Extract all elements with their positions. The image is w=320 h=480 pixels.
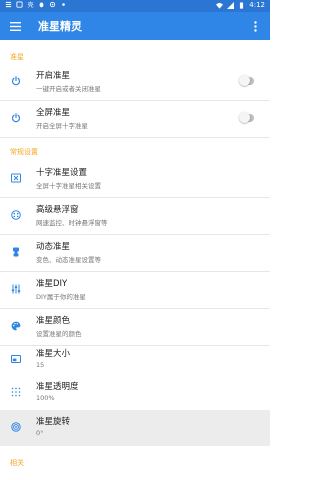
app-bar: 准星精灵: [0, 12, 270, 40]
row-label: 准星DIY: [36, 279, 68, 289]
battery-icon: [240, 2, 244, 9]
dotgrid-icon: [10, 386, 22, 398]
crosshair-notification-icon: [49, 1, 56, 8]
crosshair-box-icon: [10, 172, 22, 184]
divider: [0, 137, 270, 138]
status-bar: 壳 4:12: [0, 0, 270, 12]
equalizer-icon: [10, 283, 22, 295]
row-crosshair-rotation[interactable]: 准星旋转 0°: [0, 410, 270, 446]
row-cross-settings[interactable]: 十字准星设置 全屏十字准星相关设置: [0, 161, 270, 197]
signal-icon: [227, 1, 235, 9]
menu-button[interactable]: [6, 17, 24, 35]
hamburger-icon: [9, 21, 21, 31]
row-enable-crosshair[interactable]: 开启准星 一键开启或者关闭准星: [0, 64, 270, 100]
row-subtitle: 变色、动态准星设置等: [36, 256, 101, 264]
wifi-icon: [216, 2, 224, 9]
row-subtitle: 设置准星的颜色: [36, 330, 82, 338]
more-vert-icon: [253, 20, 257, 32]
dots-circle-icon: [10, 209, 22, 221]
bug-icon: [39, 2, 44, 8]
row-subtitle: 15: [36, 361, 45, 369]
row-subtitle: 0°: [36, 429, 44, 437]
row-crosshair-size[interactable]: 准星大小 15: [0, 342, 270, 378]
section-header-general: 常规设置: [10, 148, 38, 156]
row-label: 准星透明度: [36, 382, 79, 392]
fullscreen-crosshair-toggle[interactable]: [239, 112, 254, 123]
row-dynamic-crosshair[interactable]: 动态准星 变色、动态准星设置等: [0, 235, 270, 271]
row-label: 准星旋转: [36, 417, 71, 427]
row-crosshair-color[interactable]: 准星颜色 设置准星的颜色: [0, 309, 270, 345]
size-icon: [10, 353, 22, 365]
overflow-menu-button[interactable]: [246, 17, 264, 35]
svg-text:壳: 壳: [27, 1, 33, 8]
row-label: 高级悬浮窗: [36, 205, 79, 215]
section-header-related: 相关: [10, 459, 24, 467]
power-icon: [10, 112, 22, 124]
row-subtitle: 100%: [36, 394, 55, 402]
row-subtitle: 一键开启或者关闭准星: [36, 85, 101, 93]
row-subtitle: 开启全屏十字准星: [36, 122, 88, 130]
menu-notification-icon: [5, 1, 12, 8]
row-label: 全屏准星: [36, 108, 71, 118]
notification-icon: [16, 1, 23, 8]
row-subtitle: 全屏十字准星相关设置: [36, 182, 101, 190]
palette-icon: [10, 320, 22, 332]
row-advanced-float[interactable]: 高级悬浮窗 网速监控、时钟悬浮窗等: [0, 198, 270, 234]
section-header-crosshair: 准星: [10, 53, 24, 61]
row-label: 十字准星设置: [36, 168, 88, 178]
row-label: 动态准星: [36, 242, 71, 252]
rotate-icon: [10, 421, 22, 433]
row-subtitle: DIY属于你的准星: [36, 293, 86, 301]
status-time: 4:12: [249, 1, 265, 9]
row-crosshair-opacity[interactable]: 准星透明度 100%: [0, 375, 270, 411]
row-label: 开启准星: [36, 71, 71, 81]
app-notification-icon: 壳: [27, 1, 33, 8]
gamepad-icon: [10, 246, 22, 258]
row-label: 准星大小: [36, 349, 71, 359]
dot-icon: [62, 3, 65, 6]
row-crosshair-diy[interactable]: 准星DIY DIY属于你的准星: [0, 272, 270, 308]
row-fullscreen-crosshair[interactable]: 全屏准星 开启全屏十字准星: [0, 101, 270, 137]
row-subtitle: 网速监控、时钟悬浮窗等: [36, 219, 108, 227]
row-label: 准星颜色: [36, 316, 71, 326]
page-title: 准星精灵: [38, 20, 82, 33]
enable-crosshair-toggle[interactable]: [239, 75, 254, 86]
power-icon: [10, 75, 22, 87]
